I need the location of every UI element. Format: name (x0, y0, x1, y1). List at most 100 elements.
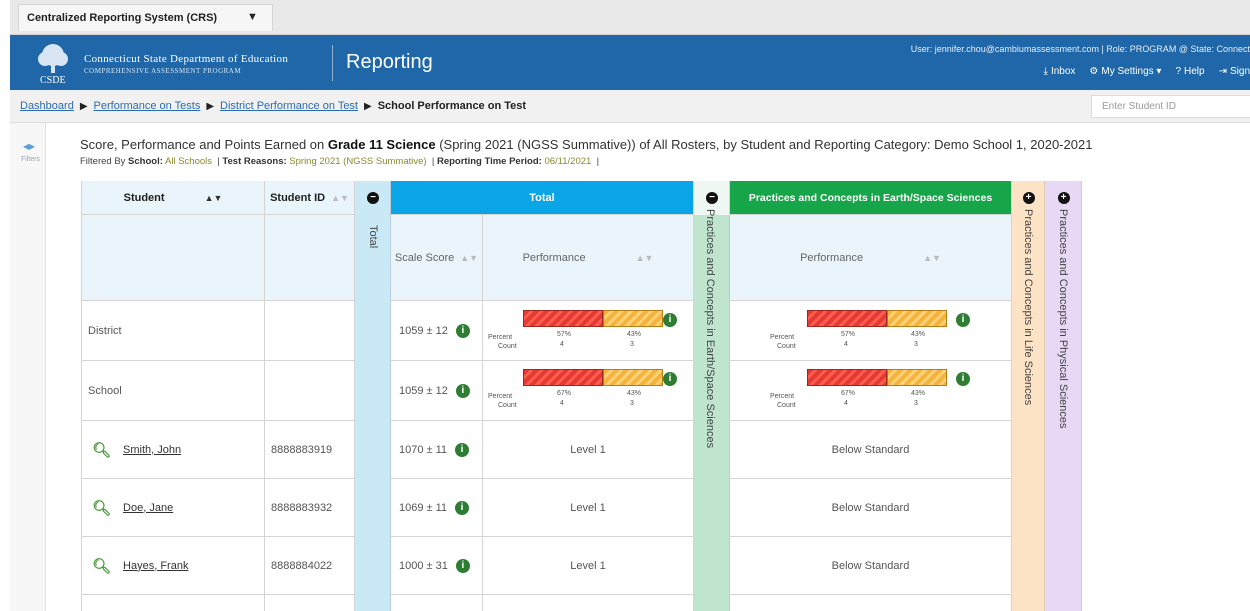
bar-segment-level1 (807, 369, 887, 386)
chevron-right-icon: ▶ (364, 100, 372, 112)
breadcrumb-performance-on-tests[interactable]: Performance on Tests (94, 100, 201, 112)
total-performance-bar-cell: 57% 43% 4 3 Percent Count i (483, 301, 694, 361)
expand-filters-icon[interactable]: ◂▸ (23, 139, 35, 153)
collapse-earth-icon[interactable]: − (706, 192, 718, 204)
performance-bar: 67% 43% 4 3 (807, 369, 947, 409)
summary-row-label: District (82, 301, 265, 361)
performance-bar: 57% 43% 4 3 (523, 310, 663, 350)
info-icon[interactable]: i (455, 558, 470, 573)
filter-time-period-value: 06/11/2021 (544, 156, 592, 167)
csde-logo: CSDE (38, 44, 68, 85)
collapse-total-icon[interactable]: − (367, 192, 379, 204)
student-earth-performance: Below Standard (730, 479, 1012, 537)
student-details-icon[interactable]: 🔍︎ (92, 499, 111, 517)
student-level: Level 1 (483, 537, 694, 595)
student-name-link[interactable]: Doe, Jane (123, 502, 173, 514)
summary-row-label: School (82, 361, 265, 421)
summary-score: 1059 ± 12 i (391, 301, 483, 361)
student-earth-performance: Below Standard (730, 537, 1012, 595)
info-icon[interactable]: i (956, 313, 970, 327)
total-group-header: Total (391, 181, 694, 215)
table-row: 🔍︎ Hayes, Frank (82, 537, 265, 595)
sign-out-button[interactable]: ⇥ Sign (1219, 66, 1250, 77)
student-id-cell: 8888883932 (265, 479, 355, 537)
breadcrumb-district-performance[interactable]: District Performance on Test (220, 100, 358, 112)
filter-rail-label: Filters (21, 156, 41, 163)
info-icon[interactable]: i (663, 372, 677, 386)
org-name-line1: Connecticut State Department of Educatio… (84, 53, 289, 65)
app-tab-bar: Centralized Reporting System (CRS) ▼ (10, 0, 1250, 35)
student-level: Level 1 (483, 479, 694, 537)
student-level: Level 1 (483, 421, 694, 479)
performance-bar: 57% 43% 4 3 (807, 310, 947, 350)
svg-text:CSDE: CSDE (40, 75, 66, 85)
info-icon[interactable]: i (455, 383, 470, 398)
filter-rail: ◂▸ Filters (10, 123, 46, 611)
report-filters: Filtered By School: All Schools | Test R… (80, 156, 600, 167)
help-button[interactable]: ? Help (1175, 66, 1204, 77)
student-details-icon[interactable]: 🔍︎ (92, 557, 111, 575)
student-earth-performance: Below Standard (730, 421, 1012, 479)
expand-physical-icon[interactable]: + (1057, 192, 1070, 204)
org-name-line2: COMPREHENSIVE ASSESSMENT PROGRAM (84, 67, 242, 75)
results-table: Student ▲▼ Student ID ▲▼ − Total − Pract… (81, 181, 1082, 611)
info-icon[interactable]: i (455, 442, 470, 457)
student-name-link[interactable]: Hayes, Frank (123, 560, 188, 572)
info-icon[interactable]: i (455, 500, 470, 515)
sort-icon[interactable]: ▲▼ (205, 193, 223, 203)
earth-group-header: Practices and Concepts in Earth/Space Sc… (730, 181, 1012, 215)
header-toolbar: ⤓ Inbox ⚙ My Settings ▾ ? Help ⇥ Sign (1044, 66, 1250, 77)
chevron-right-icon: ▶ (206, 100, 215, 112)
earth-performance-bar-cell: 57% 43% 4 3 Percent Count i (730, 301, 1012, 361)
physical-collapsed-label: Practices and Concepts in Physical Scien… (1057, 209, 1069, 429)
student-id-input[interactable]: Enter Student ID (1091, 95, 1250, 118)
org-name: Connecticut State Department of Educatio… (84, 53, 288, 75)
expand-life-icon[interactable]: + (1022, 192, 1035, 204)
inbox-button[interactable]: ⤓ Inbox (1044, 66, 1076, 77)
bar-segment-level1 (523, 369, 603, 386)
my-settings-button[interactable]: ⚙ My Settings ▾ (1089, 66, 1161, 77)
bar-segment-level1 (523, 310, 603, 327)
earth-performance-bar-cell: 67% 43% 4 3 Percent Count i (730, 361, 1012, 421)
page-title: Reporting (346, 51, 433, 73)
sort-icon[interactable]: ▲▼ (923, 253, 941, 263)
sign-out-icon: ⇥ (1218, 66, 1227, 77)
header-divider (332, 45, 333, 81)
student-name-link[interactable]: Smith, John (123, 444, 181, 456)
app-header: CSDE Connecticut State Department of Edu… (10, 35, 1250, 90)
filter-test-reason-value: Spring 2021 (NGSS Summative) (289, 156, 427, 167)
col-total-performance-header[interactable]: Performance ▲▼ (483, 215, 694, 301)
life-collapsed-label: Practices and Concepts in Life Sciences (1022, 209, 1034, 406)
total-performance-bar-cell: 67% 43% 4 3 Percent Count i (483, 361, 694, 421)
app-tab-crs[interactable]: Centralized Reporting System (CRS) ▼ (18, 4, 273, 31)
earth-collapsed-label: Practices and Concepts in Earth/Space Sc… (704, 209, 716, 449)
bar-segment-level2 (887, 310, 947, 327)
summary-score: 1059 ± 12 i (391, 361, 483, 421)
filter-school-value: All Schools (165, 156, 213, 167)
info-icon[interactable]: i (663, 313, 677, 327)
sort-icon[interactable]: ▲▼ (460, 253, 478, 263)
breadcrumb: Dashboard ▶ Performance on Tests ▶ Distr… (10, 90, 1250, 123)
info-icon[interactable]: i (956, 372, 970, 386)
sort-icon[interactable]: ▲▼ (331, 193, 349, 203)
col-student-id-header[interactable]: Student ID ▲▼ (265, 181, 355, 215)
student-score: 1069 ± 11 i (391, 479, 483, 537)
student-details-icon[interactable]: 🔍︎ (92, 441, 111, 459)
info-icon[interactable]: i (455, 323, 470, 338)
bar-segment-level2 (887, 369, 947, 386)
gear-icon: ⚙ (1089, 66, 1099, 77)
bar-segment-level2 (603, 310, 663, 327)
breadcrumb-dashboard[interactable]: Dashboard (20, 100, 74, 112)
col-scale-score-header[interactable]: Scale Score ▲▼ (391, 215, 483, 301)
caret-down-icon[interactable]: ▼ (247, 11, 258, 23)
table-row: 🔍︎ Smith, John (82, 421, 265, 479)
student-score: 1070 ± 11 i (391, 421, 483, 479)
student-score: 1000 ± 31 i (391, 537, 483, 595)
col-student-header[interactable]: Student ▲▼ (82, 181, 265, 215)
col-earth-performance-header[interactable]: Performance ▲▼ (730, 215, 1012, 301)
sort-icon[interactable]: ▲▼ (636, 253, 654, 263)
user-info: User: jennifer.chou@cambiumassessment.co… (910, 44, 1250, 54)
student-id-cell: 8888884022 (265, 537, 355, 595)
performance-bar: 67% 43% 4 3 (523, 369, 663, 409)
chevron-right-icon: ▶ (79, 100, 88, 112)
